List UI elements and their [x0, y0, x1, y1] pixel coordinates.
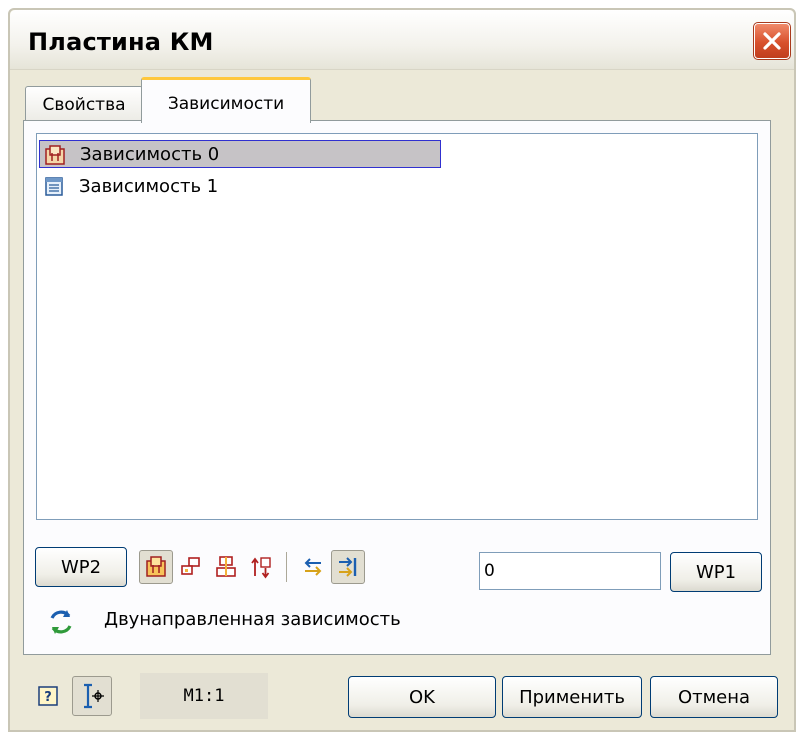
window-title: Пластина КМ	[28, 28, 214, 56]
align-center-icon	[216, 556, 236, 577]
align-center-button[interactable]	[209, 550, 243, 584]
bidirectional-refresh-icon	[50, 610, 72, 634]
svg-text:?: ?	[44, 690, 52, 705]
wp2-label: WP2	[60, 556, 102, 578]
list-item[interactable]: Зависимость 1	[39, 172, 218, 200]
one-way-direction-button[interactable]	[331, 550, 365, 584]
one-way-arrows-icon	[339, 557, 357, 577]
wp1-button[interactable]: WP1	[670, 552, 762, 592]
offset-input[interactable]	[479, 552, 661, 590]
close-button[interactable]	[753, 22, 791, 60]
dependency-list[interactable]: Зависимость 0 Зависимость 1	[36, 133, 758, 520]
tab-dependencies-label: Зависимости	[167, 93, 285, 114]
close-icon	[763, 32, 781, 50]
wp1-label: WP1	[695, 561, 737, 583]
insertion-point-button[interactable]	[72, 676, 112, 716]
apply-label: Применить	[519, 686, 625, 708]
dependency-type-label: Двунаправленная зависимость	[104, 609, 401, 630]
align-corner-button[interactable]	[174, 550, 208, 584]
rigid-dependency-icon	[45, 145, 65, 165]
sort-arrows-icon	[251, 557, 271, 579]
toolbar-separator	[286, 552, 287, 582]
tab-properties-label: Свойства	[42, 94, 126, 115]
dependencies-panel: Зависимость 0 Зависимость 1 WP2 0 WP1 Дв…	[23, 120, 771, 655]
rigid-link-icon	[146, 556, 166, 577]
swap-arrows-icon	[304, 558, 322, 576]
dependency-type-button[interactable]	[44, 605, 78, 639]
dependency-label: Зависимость 1	[79, 175, 219, 197]
wp2-button[interactable]: WP2	[35, 547, 127, 587]
tab-properties[interactable]: Свойства	[25, 86, 143, 122]
scale-label: M1:1	[183, 686, 225, 706]
ok-button[interactable]: OK	[348, 676, 496, 718]
ok-label: OK	[409, 686, 435, 708]
table-dependency-icon	[45, 177, 63, 196]
cancel-label: Отмена	[677, 686, 751, 708]
list-item[interactable]: Зависимость 0	[39, 140, 441, 168]
cancel-button[interactable]: Отмена	[650, 676, 778, 718]
dependency-label: Зависимость 0	[80, 143, 220, 165]
scale-display: M1:1	[140, 673, 268, 719]
apply-button[interactable]: Применить	[502, 676, 642, 718]
swap-direction-button[interactable]	[296, 550, 330, 584]
help-icon: ?	[38, 686, 58, 706]
rigid-mode-button[interactable]	[139, 550, 173, 584]
title-bar[interactable]: Пластина КМ	[10, 10, 794, 70]
help-button[interactable]: ?	[31, 679, 65, 713]
tab-dependencies[interactable]: Зависимости	[141, 77, 311, 123]
insertion-point-icon	[84, 683, 104, 709]
align-corner-icon	[181, 557, 200, 575]
sort-button[interactable]	[244, 550, 278, 584]
